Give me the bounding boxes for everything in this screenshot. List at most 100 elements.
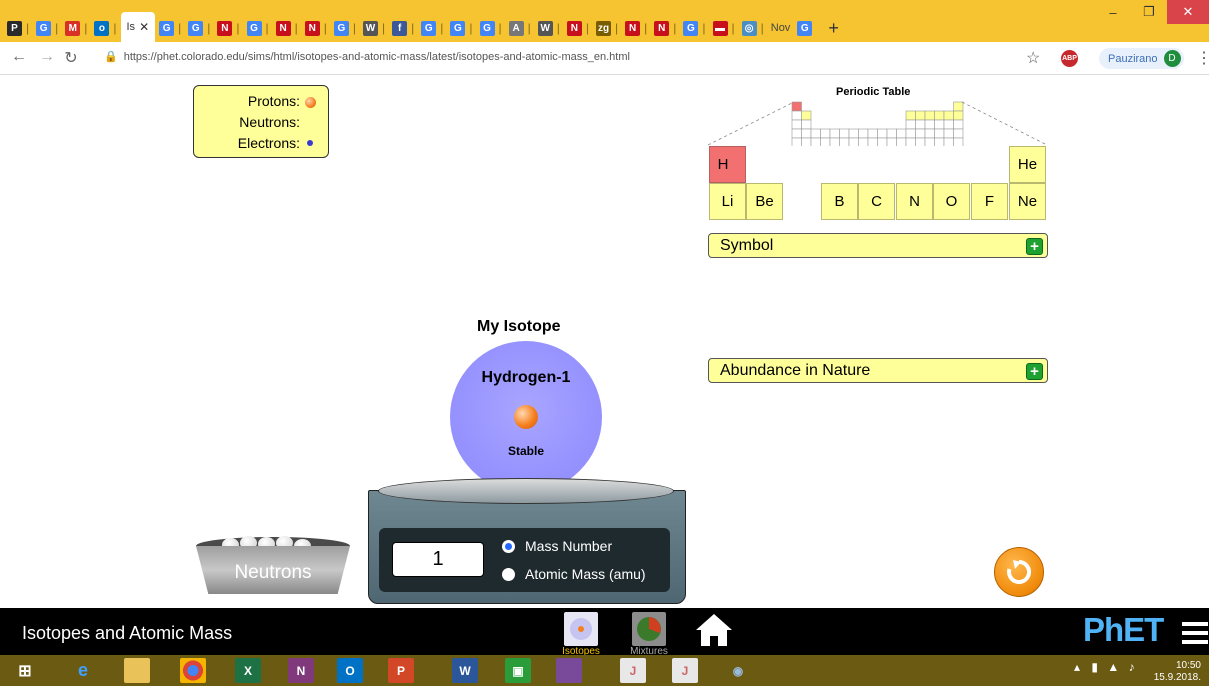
browser-tab[interactable]: G | [447, 14, 475, 42]
browser-tab[interactable]: G | [680, 14, 708, 42]
mini-table-cell [943, 137, 954, 146]
adblock-icon[interactable]: ABP [1061, 50, 1078, 67]
reset-all-button[interactable] [994, 547, 1044, 597]
volume-icon[interactable]: ♪ [1129, 660, 1135, 674]
browser-tab[interactable]: G | [185, 14, 213, 42]
element-o[interactable]: O [933, 183, 970, 220]
browser-tab[interactable]: W | [360, 14, 388, 42]
file-explorer-icon[interactable] [124, 658, 150, 683]
onenote-icon[interactable]: N [288, 658, 314, 683]
browser-tab[interactable]: zg | [593, 14, 621, 42]
tab-separator: | [411, 21, 415, 35]
browser-tab[interactable]: N | [564, 14, 592, 42]
browser-tab[interactable]: W | [535, 14, 563, 42]
atomic-mass-radio[interactable]: Atomic Mass (amu) [502, 566, 646, 582]
close-tab-icon[interactable]: ✕ [139, 20, 149, 34]
restore-icon[interactable]: ❐ [1131, 0, 1167, 24]
element-ne[interactable]: Ne [1009, 183, 1046, 220]
tab-separator: | [294, 21, 298, 35]
expand-plus-icon[interactable]: + [1026, 363, 1043, 380]
paint-icon[interactable]: ◉ [725, 658, 751, 683]
mass-number-radio[interactable]: Mass Number [502, 538, 612, 554]
browser-tab[interactable]: G | [33, 14, 61, 42]
browser-tab[interactable]: N | [651, 14, 679, 42]
tab-separator: | [84, 21, 88, 35]
proton-icon[interactable] [514, 405, 538, 429]
mini-table-cell [905, 110, 916, 121]
reload-icon[interactable]: ↻ [60, 48, 82, 68]
abundance-panel-label: Abundance in Nature [720, 361, 871, 379]
clock[interactable]: 10:50 15.9.2018. [1154, 660, 1201, 684]
java-icon[interactable]: J [620, 658, 646, 683]
home-icon[interactable] [694, 612, 734, 648]
word-icon[interactable]: W [452, 658, 478, 683]
tab-active[interactable]: Is ✕ [120, 12, 156, 42]
expand-plus-icon[interactable]: + [1026, 238, 1043, 255]
windows-start-icon[interactable]: ⊞ [12, 658, 38, 683]
screen-mixtures-button[interactable]: Mixtures [625, 612, 673, 657]
profile-button[interactable]: Pauzirano D [1099, 48, 1184, 69]
element-he[interactable]: He [1009, 146, 1046, 183]
mini-table-cell [820, 137, 831, 146]
address-bar[interactable]: 🔒 https://phet.colorado.edu/sims/html/iso… [104, 50, 630, 63]
symbol-panel[interactable]: Symbol + [708, 233, 1048, 258]
favicon-icon: G [421, 20, 437, 36]
favicon-icon: W [363, 20, 378, 36]
element-h[interactable]: H [709, 146, 746, 183]
browser-tab[interactable]: N | [273, 14, 301, 42]
browser-tab[interactable]: G | [244, 14, 272, 42]
tray-chevron-icon[interactable]: ▴ [1074, 660, 1080, 674]
excel-icon[interactable]: X [235, 658, 261, 683]
network-icon[interactable]: ▮ [1091, 660, 1098, 674]
element-be[interactable]: Be [746, 183, 783, 220]
browser-tab[interactable]: ◎ | [739, 14, 767, 42]
browser-tab[interactable]: N | [214, 14, 242, 42]
browser-tab[interactable]: G | [331, 14, 359, 42]
browser-tab[interactable]: G | [156, 14, 184, 42]
back-icon[interactable]: ← [8, 48, 30, 66]
element-n[interactable]: N [896, 183, 933, 220]
browser-tab[interactable]: f | [389, 14, 417, 42]
browser-tab[interactable]: Nov [768, 14, 794, 42]
browser-tab[interactable]: N | [622, 14, 650, 42]
browser-tab[interactable]: P | [4, 14, 32, 42]
browser-tab[interactable]: A | [506, 14, 534, 42]
new-tab-icon[interactable]: + [828, 14, 839, 42]
browser-tab[interactable]: G | [477, 14, 505, 42]
java-icon[interactable]: J [672, 658, 698, 683]
favicon-icon: zg [596, 20, 611, 36]
abundance-panel[interactable]: Abundance in Nature + [708, 358, 1048, 383]
browser-tab[interactable]: N | [302, 14, 330, 42]
browser-menu-icon[interactable]: ⋮ [1196, 48, 1209, 68]
browser-tab[interactable]: G | [418, 14, 446, 42]
element-b[interactable]: B [821, 183, 858, 220]
browser-tab[interactable]: M | [62, 14, 90, 42]
phet-menu-icon[interactable] [1182, 622, 1208, 649]
screen: P | G | M | o | Is ✕ G | G | N | G | N | N | G | W | f | G | G | G | A | W | N… [0, 0, 1209, 686]
browser-tab[interactable]: G [794, 14, 817, 42]
close-window-icon[interactable]: ✕ [1167, 0, 1209, 24]
favicon-icon: G [683, 20, 699, 36]
bookmark-star-icon[interactable]: ☆ [1026, 48, 1040, 68]
outlook-icon[interactable]: O [337, 658, 363, 683]
element-f[interactable]: F [971, 183, 1008, 220]
mini-table-cell [801, 137, 812, 146]
signal-icon[interactable]: ▲ [1107, 660, 1119, 674]
forward-icon[interactable]: → [36, 48, 58, 66]
mini-periodic-table [707, 101, 1048, 146]
phet-logo[interactable]: PhET [1083, 611, 1164, 649]
mini-table-cell [953, 110, 964, 121]
internet-explorer-icon[interactable]: e [70, 658, 96, 683]
element-li[interactable]: Li [709, 183, 746, 220]
screen-isotopes-button[interactable]: Isotopes [557, 612, 605, 657]
browser-tab-strip: P | G | M | o | Is ✕ G | G | N | G | N | N | G | W | f | G | G | G | A | W | N… [0, 0, 1209, 42]
minimize-icon[interactable]: – [1095, 0, 1131, 24]
browser-tab[interactable]: o | [91, 14, 119, 42]
mini-table-cell [934, 128, 945, 139]
store-icon[interactable]: ▣ [505, 658, 531, 683]
powerpoint-icon[interactable]: P [388, 658, 414, 683]
browser-tab[interactable]: ▬ | [710, 14, 738, 42]
chrome-icon[interactable] [180, 658, 206, 683]
element-c[interactable]: C [858, 183, 895, 220]
winrar-icon[interactable] [556, 658, 582, 683]
